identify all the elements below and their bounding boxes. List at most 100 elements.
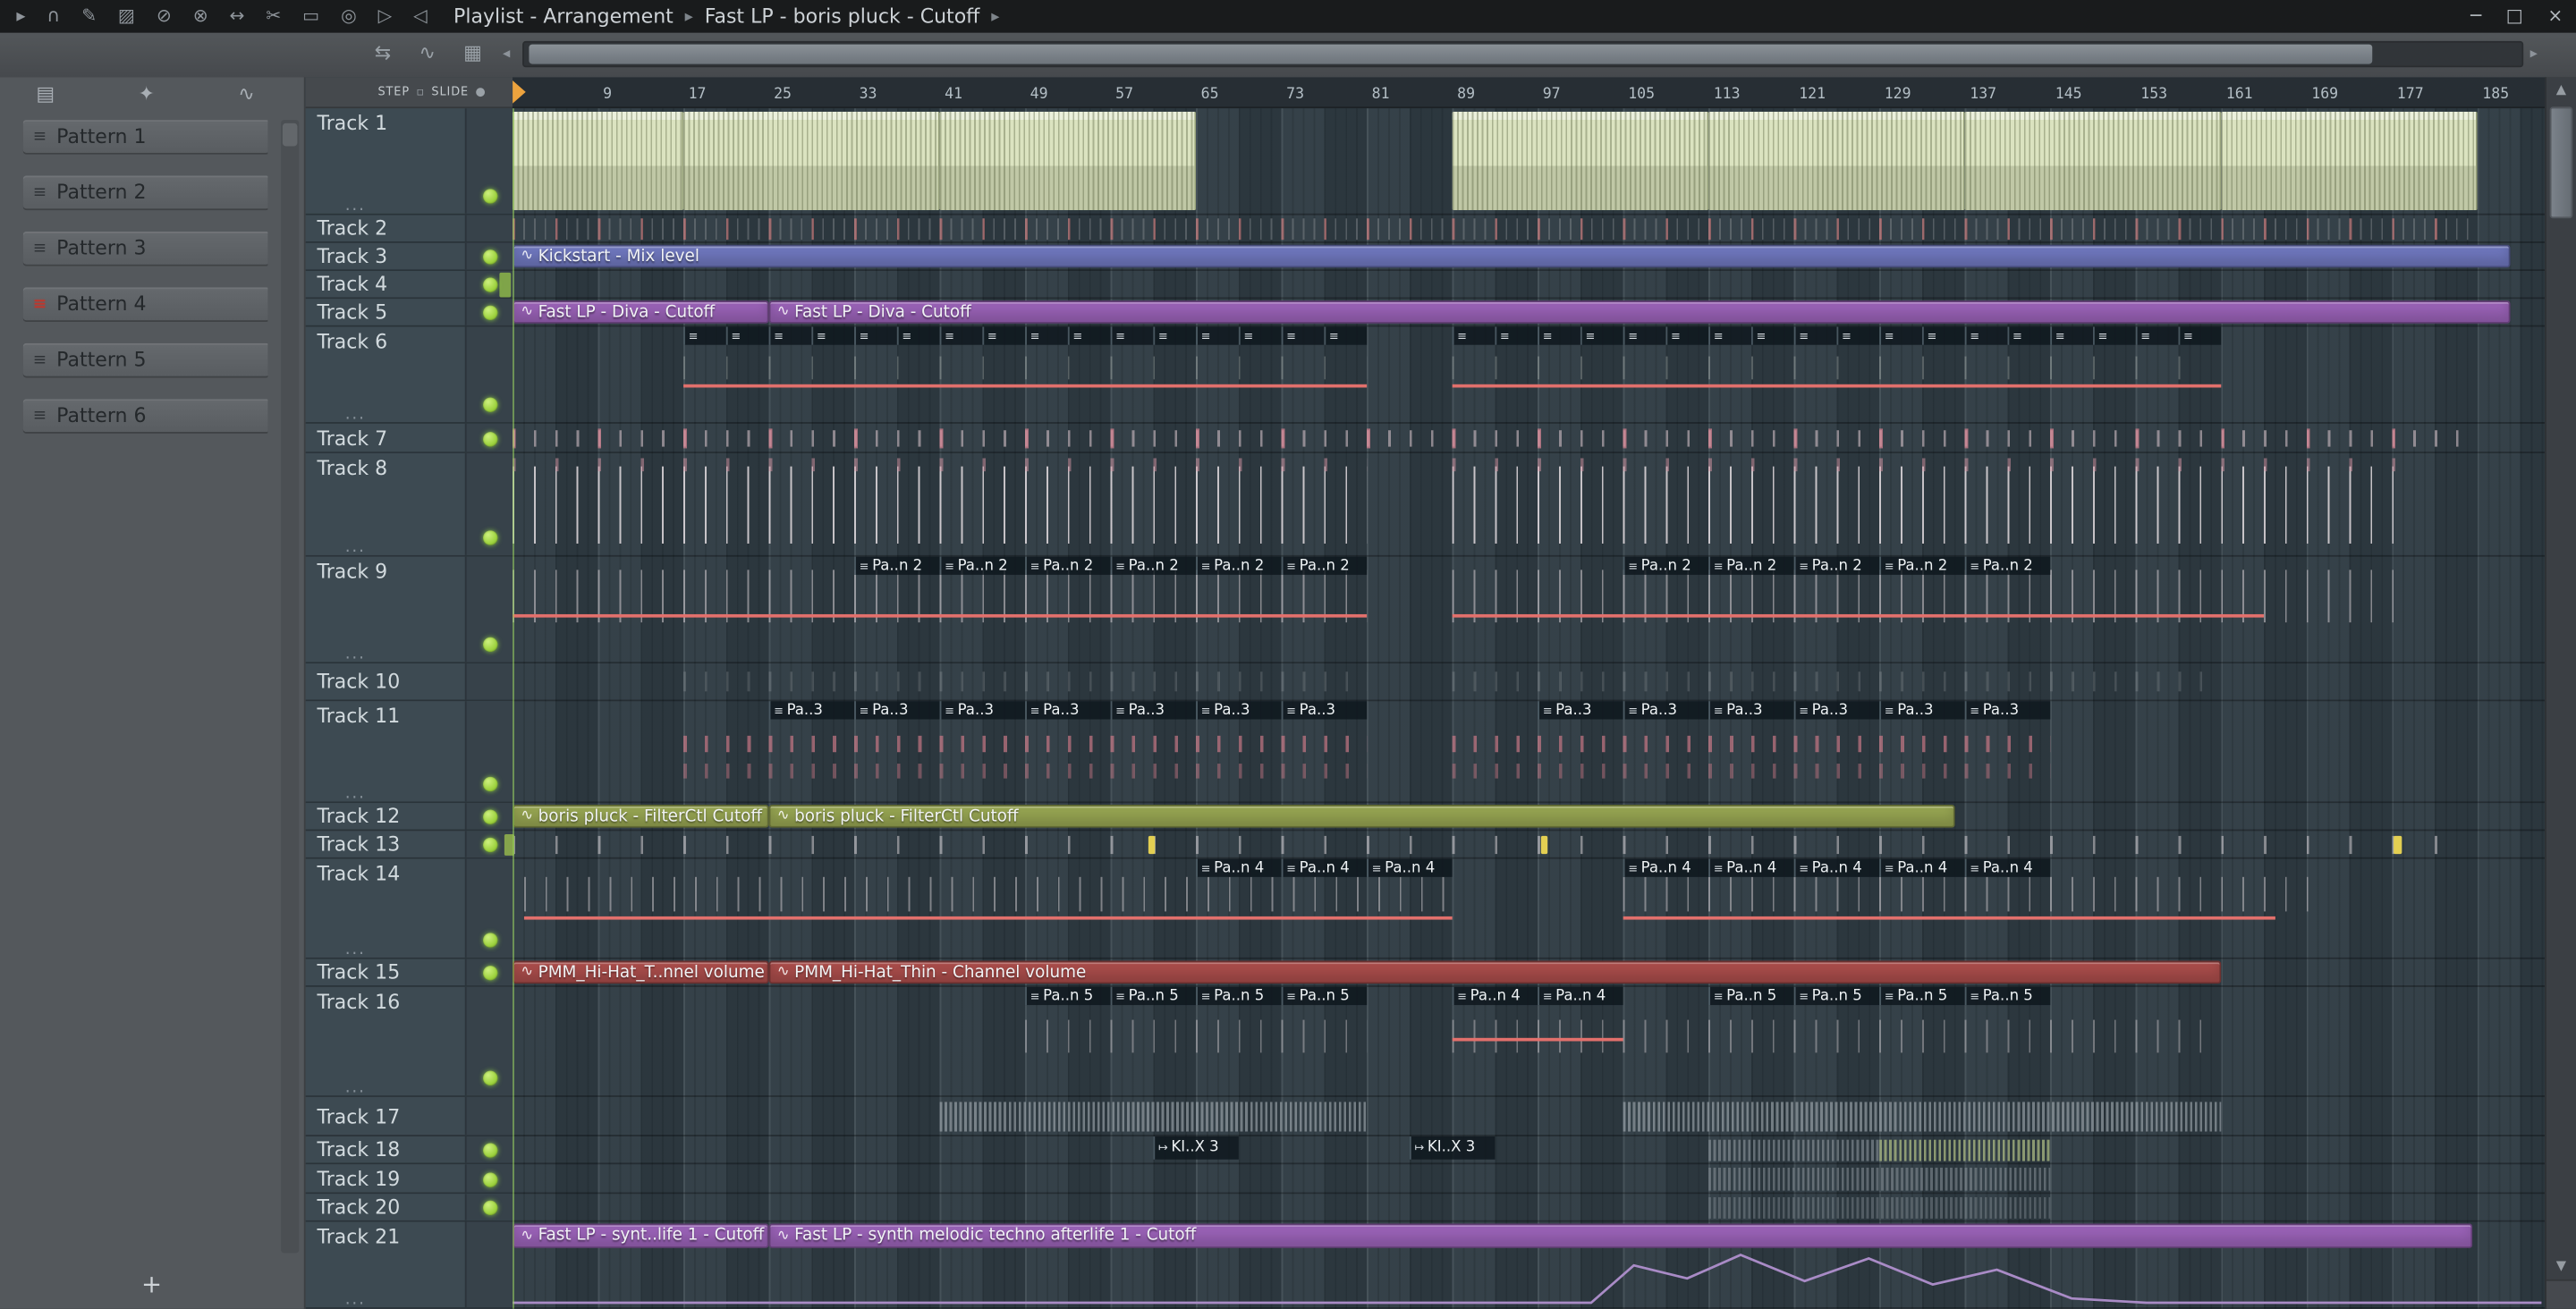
track-body[interactable] <box>513 1164 2545 1192</box>
pattern-item[interactable]: ≡Pattern 2 <box>23 176 268 209</box>
audio-clip[interactable] <box>683 112 940 210</box>
slip-icon[interactable]: ↔ <box>230 0 245 33</box>
track-mute-led[interactable] <box>483 306 498 321</box>
vertical-scrollbar-thumb[interactable] <box>2550 106 2573 218</box>
pattern-item[interactable]: ≡Pattern 3 <box>23 232 268 265</box>
track-mute-led[interactable] <box>483 397 498 412</box>
track-name-label[interactable]: Track 6 <box>317 330 387 353</box>
maximize-button[interactable]: □ <box>2506 0 2523 33</box>
track-options-dots[interactable]: ... <box>345 941 366 959</box>
audio-clip[interactable] <box>513 112 683 210</box>
track-body[interactable] <box>513 271 2545 297</box>
track-header[interactable]: Track 3 <box>306 243 513 269</box>
step-toggle[interactable]: ▫ <box>416 86 425 99</box>
track-name-label[interactable]: Track 19 <box>317 1167 400 1190</box>
track-name-label[interactable]: Track 9 <box>317 560 387 583</box>
automation-clip[interactable]: ∿Kickstart - Mix level <box>513 245 2510 268</box>
track-body[interactable] <box>513 663 2545 699</box>
pattern-clip[interactable]: ≡Pa..n 2 <box>1879 557 1965 575</box>
pattern-clip[interactable]: ≡ <box>1794 327 1837 345</box>
pattern-clip[interactable]: ≡Pa..3 <box>1025 701 1111 719</box>
track-name-label[interactable]: Track 18 <box>317 1138 400 1161</box>
hscroll-left-arrow[interactable]: ◂ <box>503 46 510 62</box>
add-pattern-button[interactable]: + <box>141 1270 162 1299</box>
track-header[interactable]: Track 6... <box>306 327 513 423</box>
track-mute-led[interactable] <box>483 1071 498 1086</box>
patterns-tab-icon[interactable]: ▤ <box>36 79 55 108</box>
slice-icon[interactable]: ✂ <box>266 0 281 33</box>
pattern-clip[interactable]: ≡ <box>1025 327 1068 345</box>
pattern-clip[interactable]: ≡Pa..n 5 <box>1111 987 1197 1005</box>
audio-clip[interactable] <box>1965 112 2222 210</box>
track-body[interactable]: ∿boris pluck - FilterCtl Cutoff∿boris pl… <box>513 803 2545 829</box>
track-name-label[interactable]: Track 12 <box>317 805 400 828</box>
track-header[interactable]: Track 14... <box>306 859 513 958</box>
pattern-item[interactable]: ≡Pattern 6 <box>23 399 268 432</box>
track-mute-led[interactable] <box>483 777 498 792</box>
pattern-clip[interactable]: ↦KI..X 3 <box>1410 1136 1496 1160</box>
pattern-clip[interactable]: ≡ <box>940 327 983 345</box>
close-button[interactable]: × <box>2547 0 2563 33</box>
track-header[interactable]: Track 13 <box>306 831 513 857</box>
pattern-clip[interactable]: ≡Pa..3 <box>1623 701 1709 719</box>
scroll-down-arrow[interactable]: ▼ <box>2546 1253 2576 1279</box>
track-body[interactable]: ∿Fast LP - Diva - Cutoff∿Fast LP - Diva … <box>513 299 2545 325</box>
pattern-clip[interactable]: ≡Pa..n 2 <box>940 557 1026 575</box>
hscroll-right-arrow[interactable]: ▸ <box>2530 46 2538 62</box>
track-name-label[interactable]: Track 11 <box>317 705 400 728</box>
pattern-clip[interactable]: ≡ <box>982 327 1025 345</box>
track-name-label[interactable]: Track 5 <box>317 300 387 324</box>
track-body[interactable] <box>513 831 2545 857</box>
pattern-clip[interactable]: ≡Pa..n 5 <box>1794 987 1880 1005</box>
track-header[interactable]: Track 16... <box>306 987 513 1095</box>
pattern-clip[interactable]: ≡Pa..n 2 <box>1965 557 2051 575</box>
pattern-clip[interactable]: ≡ <box>1538 327 1580 345</box>
track-mute-led[interactable] <box>483 277 498 292</box>
timeline-ruler[interactable]: 9172533414957657381899710511312112913714… <box>513 77 2545 108</box>
automation-clip[interactable]: ∿boris pluck - FilterCtl Cutoff <box>769 805 1954 828</box>
effects-tab-icon[interactable]: ✦ <box>138 79 154 108</box>
automation-clip[interactable]: ∿Fast LP - Diva - Cutoff <box>769 300 2510 324</box>
draw-icon[interactable]: ✎ <box>81 0 97 33</box>
audio-clip[interactable] <box>1708 112 1965 210</box>
audio-clip[interactable] <box>2221 112 2478 210</box>
track-header[interactable]: Track 9... <box>306 557 513 663</box>
pattern-clip[interactable]: ≡Pa..n 4 <box>1367 859 1453 877</box>
pattern-clip[interactable]: ≡Pa..n 2 <box>1623 557 1709 575</box>
pattern-clip[interactable]: ≡Pa..n 4 <box>1623 859 1709 877</box>
track-header[interactable]: Track 11... <box>306 701 513 801</box>
pattern-clip[interactable]: ≡Pa..n 2 <box>1025 557 1111 575</box>
pattern-clip[interactable]: ≡Pa..3 <box>1282 701 1368 719</box>
speaker-icon[interactable]: ◁ <box>413 0 428 33</box>
pattern-clip[interactable]: ≡Pa..n 4 <box>1879 859 1965 877</box>
track-mute-led[interactable] <box>483 966 498 981</box>
track-header[interactable]: Track 18 <box>306 1136 513 1162</box>
track-name-label[interactable]: Track 3 <box>317 245 387 268</box>
jump-icon[interactable]: ⇆ <box>375 41 391 64</box>
track-options-dots[interactable]: ... <box>345 1291 366 1309</box>
track-options-dots[interactable]: ... <box>345 197 366 215</box>
pattern-clip[interactable]: ≡ <box>1324 327 1367 345</box>
pattern-clip[interactable]: ≡ <box>2050 327 2093 345</box>
pattern-clip[interactable]: ≡ <box>1068 327 1111 345</box>
headphones-icon[interactable]: ∩ <box>47 0 60 33</box>
pattern-clip[interactable]: ≡Pa..n 2 <box>854 557 940 575</box>
track-body[interactable] <box>513 453 2545 555</box>
playback-start-marker[interactable] <box>513 80 526 104</box>
track-mute-led[interactable] <box>483 1172 498 1187</box>
play-icon[interactable]: ▸ <box>16 0 25 33</box>
automation-clip[interactable]: ∿Fast LP - Diva - Cutoff <box>513 300 769 324</box>
pattern-item[interactable]: ≡Pattern 1 <box>23 120 268 153</box>
pattern-clip[interactable]: ≡ <box>769 327 812 345</box>
track-name-label[interactable]: Track 4 <box>317 273 387 296</box>
track-header[interactable]: Track 21... <box>306 1222 513 1308</box>
horizontal-scrollbar-thumb[interactable] <box>529 45 2372 64</box>
track-header[interactable]: Track 17 <box>306 1097 513 1135</box>
track-mute-led[interactable] <box>483 838 498 853</box>
pattern-clip[interactable]: ≡Pa..n 5 <box>1196 987 1282 1005</box>
track-mute-led[interactable] <box>483 1143 498 1158</box>
track-mute-led[interactable] <box>483 933 498 948</box>
clip-fragment[interactable] <box>1541 835 1548 855</box>
pattern-clip[interactable]: ≡ <box>1453 327 1496 345</box>
track-mute-led[interactable] <box>483 431 498 446</box>
